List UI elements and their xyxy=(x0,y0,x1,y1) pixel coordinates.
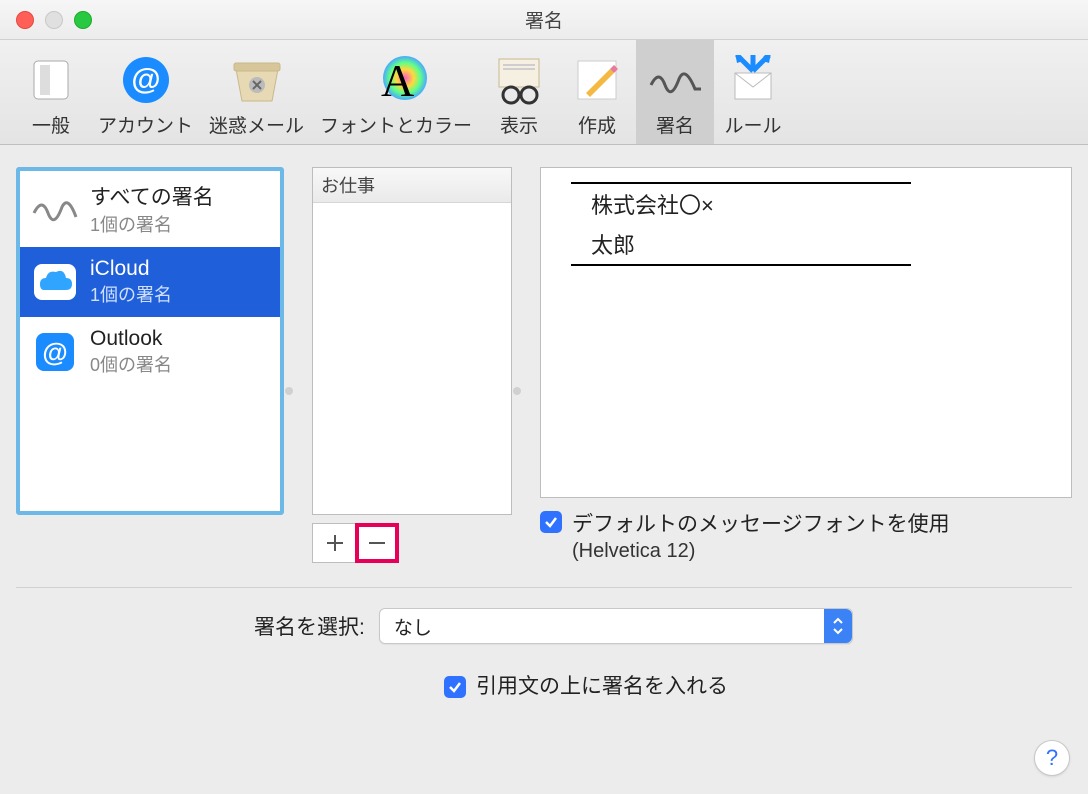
signature-line: 株式会社〇× xyxy=(571,184,1041,224)
pane-resize-handle[interactable] xyxy=(288,367,294,407)
tab-label: フォントとカラー xyxy=(320,111,472,138)
pencil-icon xyxy=(572,51,622,109)
svg-text:@: @ xyxy=(131,63,160,96)
account-title: iCloud xyxy=(90,257,172,281)
tab-signatures[interactable]: 署名 xyxy=(636,40,714,144)
tab-label: アカウント xyxy=(98,111,193,138)
tab-fonts-colors[interactable]: A フォントとカラー xyxy=(312,40,480,144)
place-above-label: 引用文の上に署名を入れる xyxy=(476,670,728,700)
tab-label: 表示 xyxy=(500,111,538,138)
account-subtitle: 1個の署名 xyxy=(90,281,172,307)
remove-signature-button[interactable] xyxy=(355,523,399,563)
trash-icon xyxy=(230,51,284,109)
check-icon xyxy=(543,514,559,530)
pane-resize-handle[interactable] xyxy=(516,367,522,407)
signature-item[interactable]: お仕事 xyxy=(313,168,511,203)
window-title: 署名 xyxy=(0,6,1088,33)
cloud-icon xyxy=(30,257,80,307)
separator xyxy=(16,587,1072,588)
svg-text:@: @ xyxy=(42,337,67,367)
tab-label: 作成 xyxy=(578,111,616,138)
preferences-toolbar: 一般 @ アカウント 迷惑メール A フォントとカラー 表示 作成 xyxy=(0,40,1088,145)
account-title: すべての署名 xyxy=(90,181,214,211)
check-icon xyxy=(447,679,463,695)
signature-icon xyxy=(645,51,705,109)
divider xyxy=(571,264,911,266)
tab-accounts[interactable]: @ アカウント xyxy=(90,40,201,144)
choose-signature-select[interactable]: なし xyxy=(379,608,853,644)
tab-general[interactable]: 一般 xyxy=(12,40,90,144)
rules-icon xyxy=(727,51,779,109)
account-all-signatures[interactable]: すべての署名 1個の署名 xyxy=(20,171,280,247)
minus-icon xyxy=(367,533,387,553)
select-value: なし xyxy=(394,613,432,640)
tab-junk[interactable]: 迷惑メール xyxy=(201,40,312,144)
font-color-icon: A xyxy=(361,51,431,109)
tab-rules[interactable]: ルール xyxy=(714,40,792,144)
signature-list[interactable]: お仕事 xyxy=(312,167,512,515)
tab-label: ルール xyxy=(725,111,782,138)
account-subtitle: 1個の署名 xyxy=(90,211,214,237)
tab-label: 迷惑メール xyxy=(209,111,304,138)
account-title: Outlook xyxy=(90,327,172,351)
help-icon: ? xyxy=(1046,745,1058,771)
help-button[interactable]: ? xyxy=(1034,740,1070,776)
tab-label: 署名 xyxy=(656,111,694,138)
at-square-icon: @ xyxy=(30,327,80,377)
content-area: すべての署名 1個の署名 iCloud 1個の署名 @ Outlook xyxy=(0,145,1088,710)
default-font-detail: (Helvetica 12) xyxy=(572,540,950,563)
svg-text:A: A xyxy=(381,55,414,106)
choose-signature-label: 署名を選択: xyxy=(254,611,365,641)
signature-line: 太郎 xyxy=(571,224,1041,264)
at-icon: @ xyxy=(121,51,171,109)
account-subtitle: 0個の署名 xyxy=(90,351,172,377)
tab-composing[interactable]: 作成 xyxy=(558,40,636,144)
accounts-sidebar: すべての署名 1個の署名 iCloud 1個の署名 @ Outlook xyxy=(16,167,284,515)
add-remove-bar xyxy=(312,523,512,563)
account-icloud[interactable]: iCloud 1個の署名 xyxy=(20,247,280,317)
select-stepper-icon xyxy=(824,609,852,643)
signature-editor[interactable]: 株式会社〇× 太郎 xyxy=(540,167,1072,498)
tab-viewing[interactable]: 表示 xyxy=(480,40,558,144)
glasses-icon xyxy=(493,51,545,109)
plus-icon xyxy=(325,533,345,553)
switch-icon xyxy=(30,51,72,109)
signature-icon xyxy=(30,184,80,234)
titlebar: 署名 xyxy=(0,0,1088,40)
default-font-checkbox[interactable] xyxy=(540,511,562,533)
place-above-checkbox[interactable] xyxy=(444,676,466,698)
tab-label: 一般 xyxy=(32,111,70,138)
add-signature-button[interactable] xyxy=(312,523,356,563)
default-font-label: デフォルトのメッセージフォントを使用 xyxy=(572,508,950,538)
account-outlook[interactable]: @ Outlook 0個の署名 xyxy=(20,317,280,387)
